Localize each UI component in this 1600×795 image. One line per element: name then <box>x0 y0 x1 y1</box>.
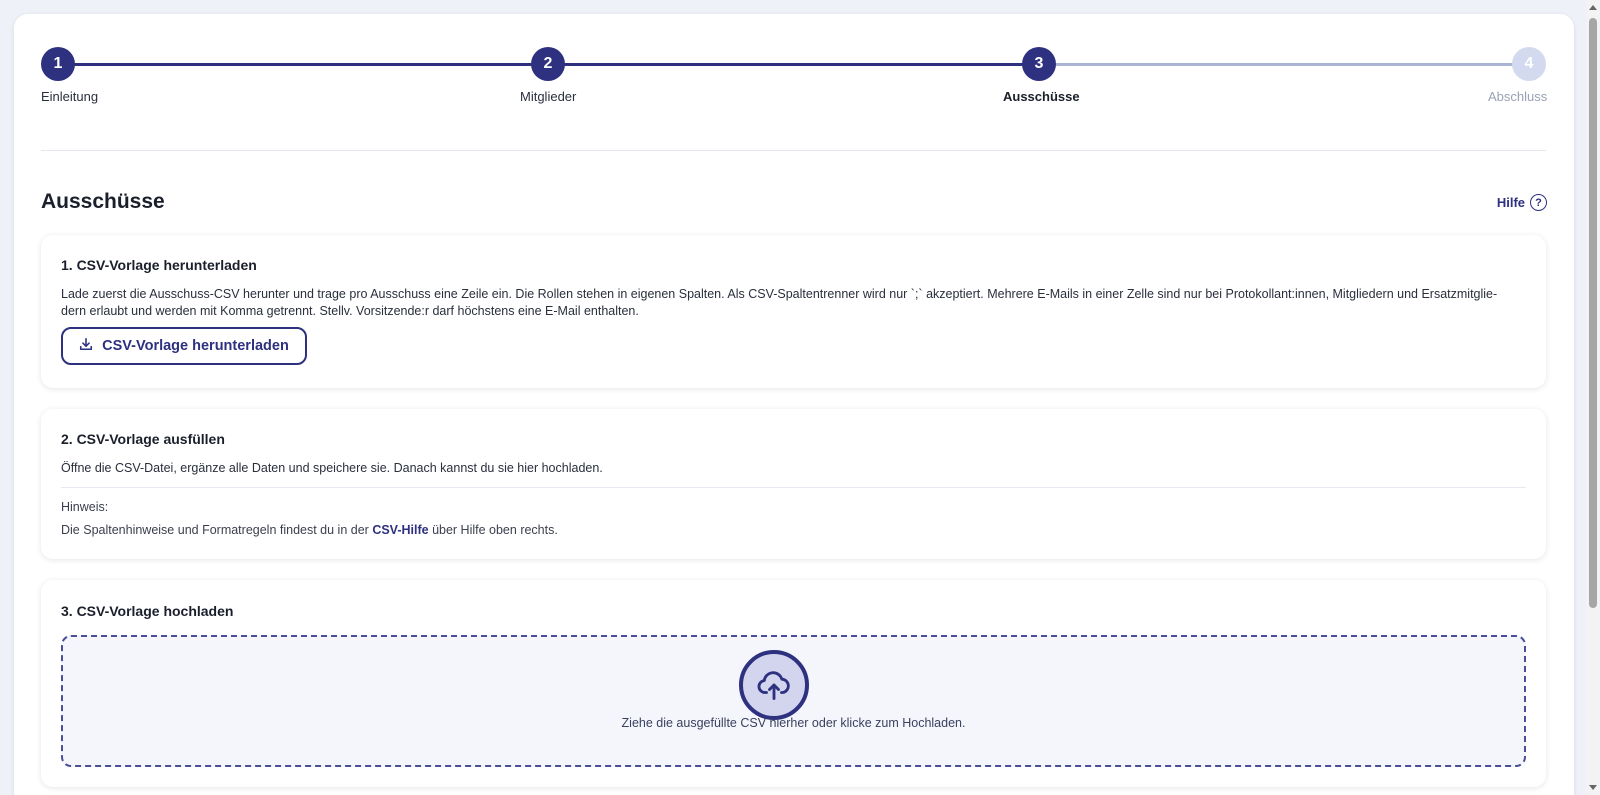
section-fill-title: 2. CSV-Vorlage ausfüllen <box>61 431 225 447</box>
note-text: Die Spaltenhinweise und Formatregeln fin… <box>61 522 1518 539</box>
cloud-upload-icon <box>739 650 809 720</box>
note-suffix: über Hilfe oben rechts. <box>432 523 558 537</box>
section-upload: 3. CSV-Vorlage hochladen Ziehe die ausge… <box>41 580 1546 787</box>
download-template-button[interactable]: CSV-Vorlage herunterladen <box>61 327 307 365</box>
stepper: 1 Einleitung 2 Mitglieder 3 Ausschüsse 4… <box>41 47 1548 107</box>
section-fill-divider <box>61 487 1526 488</box>
step-3-circle[interactable]: 3 <box>1022 47 1056 81</box>
section-download-text-line1: Lade zuerst die Ausschuss-CSV herunter u… <box>61 287 1498 301</box>
section-upload-title: 3. CSV-Vorlage hochladen <box>61 603 234 619</box>
scrollbar[interactable] <box>1586 0 1600 795</box>
step-2-circle[interactable]: 2 <box>531 47 565 81</box>
scroll-thumb[interactable] <box>1589 18 1597 608</box>
note-prefix: Die Spaltenhinweise und Formatregeln fin… <box>61 523 369 537</box>
scroll-down-arrow[interactable] <box>1589 785 1597 790</box>
section-download-text-line2: dern erlaubt und werden mit Komma getren… <box>61 304 639 318</box>
download-button-label: CSV-Vorlage herunterladen <box>102 338 289 354</box>
section-fill: 2. CSV-Vorlage ausfüllen Öffne die CSV-D… <box>41 409 1546 559</box>
section-download: 1. CSV-Vorlage herunterladen Lade zuerst… <box>41 235 1546 388</box>
section-download-title: 1. CSV-Vorlage herunterladen <box>61 257 257 273</box>
step-4-label: Abschluss <box>1488 89 1548 104</box>
step-3-label: Ausschüsse <box>1003 89 1080 104</box>
note-label: Hinweis: <box>61 500 109 514</box>
csv-help-link[interactable]: CSV-Hilfe <box>372 523 428 537</box>
step-connector-todo <box>1038 63 1529 66</box>
section-fill-text: Öffne die CSV-Datei, ergänze alle Daten … <box>61 461 603 475</box>
step-1-circle[interactable]: 1 <box>41 47 75 81</box>
scroll-up-arrow[interactable] <box>1589 5 1597 10</box>
section-download-text: Lade zuerst die Ausschuss-CSV herunter u… <box>61 286 1518 320</box>
stepper-divider <box>41 150 1546 151</box>
page-title: Ausschüsse <box>41 190 165 213</box>
dropzone-text: Ziehe die ausgefüllte CSV hierher oder k… <box>621 716 966 730</box>
step-2-label: Mitglieder <box>520 89 577 104</box>
help-label: Hilfe <box>1496 195 1525 210</box>
csv-dropzone[interactable]: Ziehe die ausgefüllte CSV hierher oder k… <box>61 635 1526 767</box>
help-link[interactable]: Hilfe ? <box>1497 194 1547 211</box>
question-circle-icon: ? <box>1530 194 1547 211</box>
step-4-circle: 4 <box>1512 47 1546 81</box>
step-1-label: Einleitung <box>41 89 99 104</box>
download-icon <box>79 337 93 355</box>
